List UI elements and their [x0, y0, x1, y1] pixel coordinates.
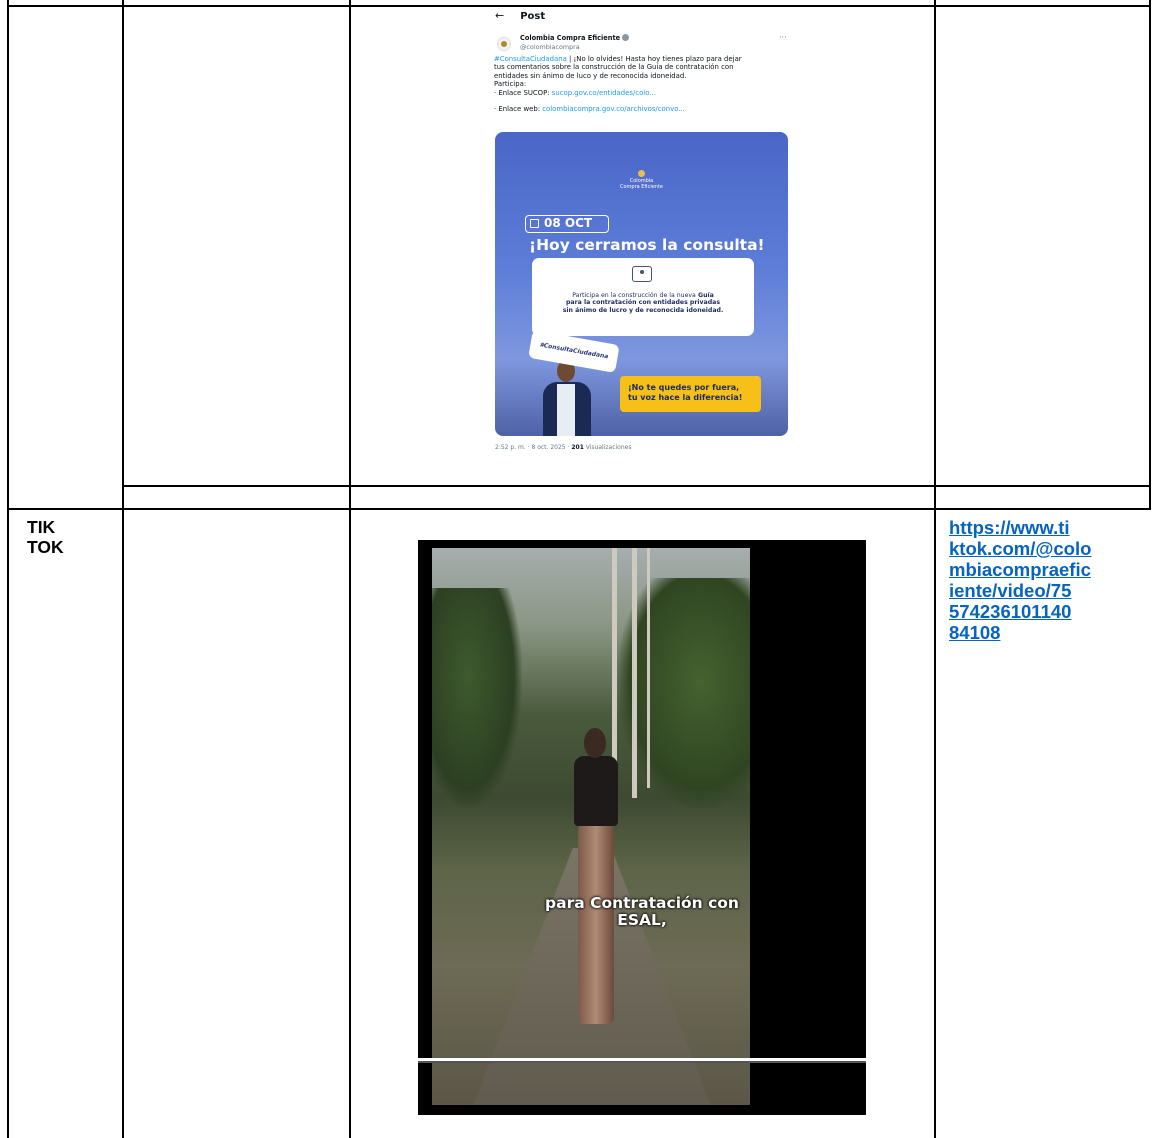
table-border-left: [7, 0, 9, 1138]
tiktok-url-line[interactable]: iente/video/75: [949, 580, 1149, 601]
chat-icon: [632, 266, 652, 282]
more-icon: ···: [779, 33, 787, 42]
calendar-icon: [530, 219, 539, 228]
avatar: [497, 37, 511, 51]
tweet-footer: 2:52 p. m. · 8 oct. 2025 · 201 Visualiza…: [495, 444, 632, 451]
tweet-hashtag: #ConsultaCiudadana: [494, 55, 567, 63]
promo-title: ¡Hoy cerramos la consulta!: [529, 236, 765, 254]
table-border-row2: [7, 508, 1151, 510]
video-progress-fill: [418, 1058, 866, 1061]
promo-logo: Colombia Compra Eficiente: [495, 170, 788, 190]
tiktok-url-line[interactable]: 574236101140: [949, 601, 1149, 622]
sucop-link: sucop.gov.co/entidades/colo...: [551, 88, 656, 97]
tweet-author-name: Colombia Compra Eficiente: [520, 34, 630, 42]
tweet-author-handle: @colombiacompra: [520, 43, 580, 51]
tiktok-url-link[interactable]: https://www.ti ktok.com/@colo mbiacompraef…: [949, 517, 1149, 643]
video-progress-bar[interactable]: [418, 1058, 866, 1061]
tiktok-video[interactable]: para Contratación con ESAL,: [418, 540, 866, 1115]
promo-date: 08 OCT: [525, 215, 609, 233]
row-label-tiktok: TIK TOK: [27, 517, 64, 557]
tweet-screenshot: ← Post Colombia Compra Eficiente @colombi…: [487, 7, 799, 459]
seal-icon: [638, 170, 645, 177]
tweet-header: ← Post: [495, 9, 545, 22]
tweet-header-title: Post: [520, 11, 546, 22]
table-border-col2: [349, 0, 351, 1138]
promo-card: Participa en la construcción de la nueva…: [532, 258, 754, 336]
tiktok-url-line[interactable]: https://www.ti: [949, 517, 1149, 538]
video-person: [564, 728, 628, 1058]
video-caption: para Contratación con ESAL,: [545, 894, 739, 929]
video-frame: [432, 548, 750, 1105]
tiktok-url-line[interactable]: 84108: [949, 622, 1149, 643]
tiktok-url-line[interactable]: mbiacompraefic: [949, 559, 1149, 580]
promo-banner: ¡No te quedes por fuera, tu voz hace la …: [620, 376, 761, 412]
web-link: colombiacompra.gov.co/archivos/convo...: [542, 105, 685, 114]
table-border-right: [1149, 0, 1151, 509]
promo-image: Colombia Compra Eficiente 08 OCT ¡Hoy ce…: [495, 132, 788, 436]
table-border-col3: [934, 0, 936, 1138]
tweet-text: #ConsultaCiudadana | ¡No lo olvides! Has…: [494, 55, 742, 114]
verified-badge-icon: [622, 34, 630, 41]
table-border-col1: [122, 0, 124, 1138]
tiktok-url-line[interactable]: ktok.com/@colo: [949, 538, 1149, 559]
back-arrow-icon: ←: [495, 9, 505, 22]
table-border-row1: [122, 485, 1151, 487]
